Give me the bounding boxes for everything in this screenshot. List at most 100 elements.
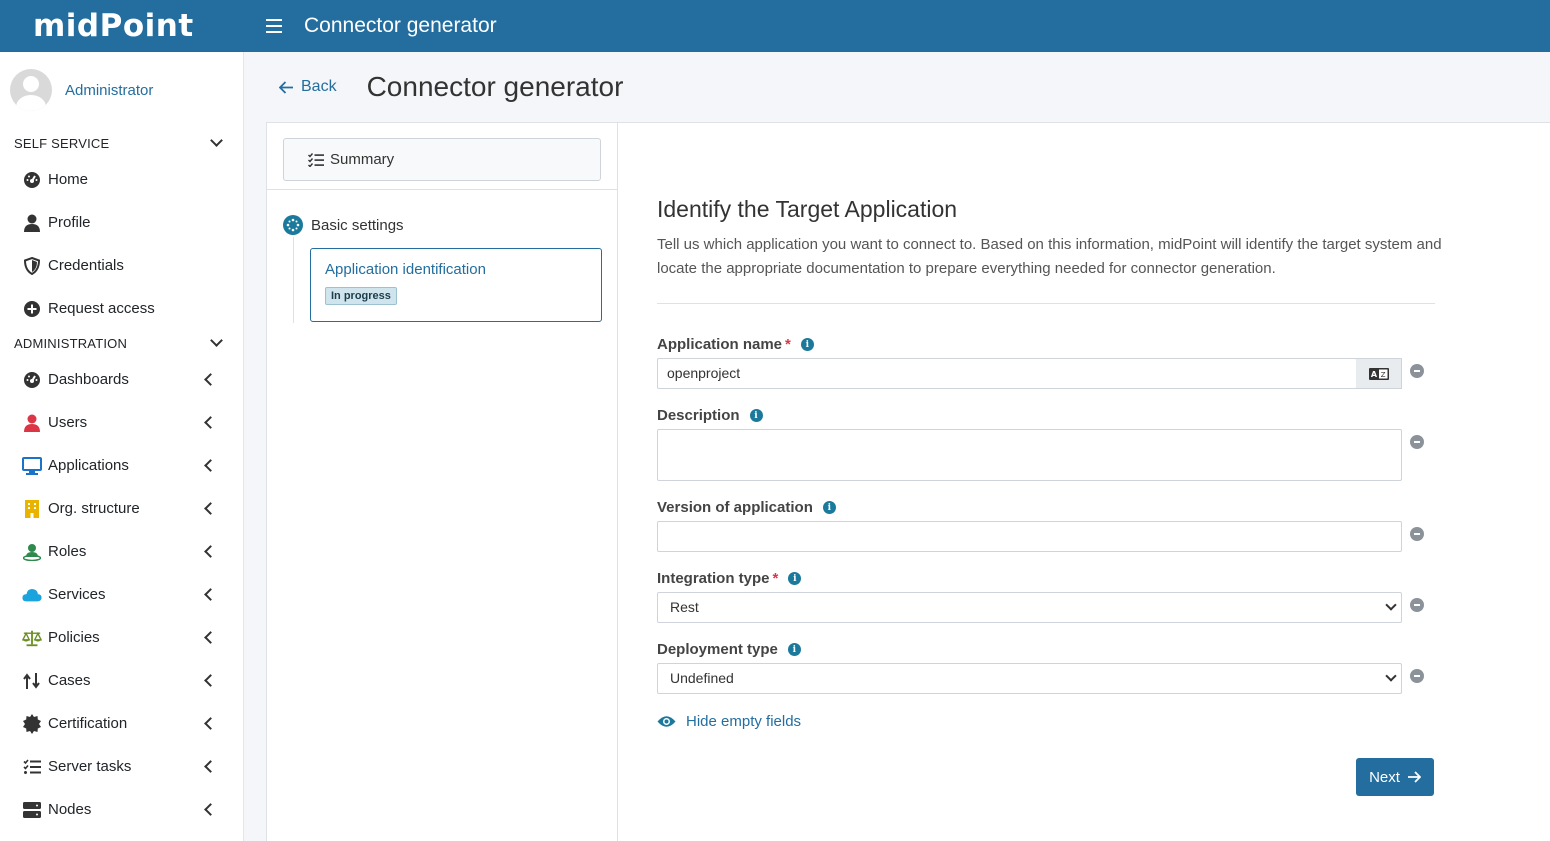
summary-button[interactable]: Summary (283, 138, 601, 181)
summary-label: Summary (330, 151, 395, 168)
in-progress-step-icon (283, 215, 303, 235)
sidebar-item-roles[interactable]: Roles (0, 530, 243, 573)
sidebar-item-home[interactable]: Home (0, 158, 243, 201)
chevron-down-icon (1385, 599, 1397, 611)
application-name-input[interactable]: openproject (657, 358, 1357, 389)
sidebar-item-certification[interactable]: Certification (0, 702, 243, 745)
next-button[interactable]: Next (1356, 758, 1434, 796)
hide-empty-fields-label: Hide empty fields (686, 713, 802, 730)
sidebar-item-label: Applications (48, 457, 129, 474)
navbar-title: Connector generator (304, 14, 497, 37)
sidebar-item-credentials[interactable]: Credentials (0, 244, 243, 287)
remove-value-button[interactable] (1410, 669, 1424, 683)
info-icon[interactable]: i (787, 643, 801, 656)
integration-type-select[interactable]: Rest (657, 592, 1402, 623)
status-badge: In progress (325, 287, 397, 305)
info-icon[interactable]: i (749, 409, 763, 422)
back-button[interactable]: Back (279, 78, 337, 96)
section-self-service[interactable]: SELF SERVICE (0, 128, 243, 158)
hide-empty-fields-link[interactable]: Hide empty fields (657, 713, 801, 730)
chevron-left-icon (204, 717, 217, 730)
info-icon[interactable]: i (788, 572, 802, 585)
required-marker: * (785, 336, 791, 353)
integration-type-label: Integration type * i (657, 570, 802, 587)
required-marker: * (772, 570, 779, 587)
chevron-down-icon (210, 134, 223, 147)
sidebar-item-profile[interactable]: Profile (0, 201, 243, 244)
step-connector-line (293, 237, 294, 323)
certificate-icon (22, 713, 42, 734)
tasks-list-icon (22, 757, 42, 777)
field-label-text: Version of application (657, 499, 813, 516)
description-textarea[interactable] (657, 429, 1402, 481)
scale-icon (22, 628, 42, 648)
section-label: ADMINISTRATION (14, 335, 128, 351)
sidebar-item-label: Dashboards (48, 371, 129, 388)
version-input[interactable] (657, 521, 1402, 552)
midpoint-logo[interactable]: midPoint (0, 0, 244, 52)
svg-text:A: A (1370, 370, 1377, 379)
cases-icon (22, 671, 42, 691)
remove-value-button[interactable] (1410, 527, 1424, 541)
sidebar-item-policies[interactable]: Policies (0, 616, 243, 659)
top-navbar: midPoint Connector generator (0, 0, 1550, 52)
chevron-left-icon (204, 803, 217, 816)
plus-circle-icon (22, 299, 42, 319)
page-title: Connector generator (366, 71, 624, 102)
sidebar-item-label: Nodes (48, 801, 92, 818)
sidebar-item-label: Profile (48, 214, 91, 231)
chevron-down-icon (210, 334, 223, 347)
field-label-text: Integration type (657, 570, 770, 587)
user-icon (22, 413, 42, 433)
sidebar-item-cases[interactable]: Cases (0, 659, 243, 702)
select-value: Rest (670, 599, 699, 615)
deployment-type-select[interactable]: Undefined (657, 663, 1402, 694)
info-icon[interactable]: i (822, 501, 836, 514)
sidebar-item-label: Roles (48, 543, 87, 560)
deployment-type-label: Deployment type i (657, 641, 801, 658)
form-title: Identify the Target Application (657, 196, 958, 222)
version-label: Version of application i (657, 499, 836, 516)
info-icon[interactable]: i (800, 338, 814, 351)
sidebar-item-services[interactable]: Services (0, 573, 243, 616)
arrow-left-icon (279, 80, 293, 94)
dashboard-gauge-icon (22, 370, 42, 390)
translate-button[interactable]: AZ (1356, 358, 1402, 389)
remove-value-button[interactable] (1410, 435, 1424, 449)
sidebar-item-request-access[interactable]: Request access (0, 287, 243, 330)
chevron-left-icon (204, 760, 217, 773)
sidebar: Administrator SELF SERVICE Home Profile … (0, 52, 244, 841)
sidebar-item-users[interactable]: Users (0, 401, 243, 444)
wizard-steps-panel: Summary Basic settings Application ident… (267, 123, 618, 841)
content-header: Back Connector generator (244, 52, 1550, 122)
chevron-left-icon (204, 588, 217, 601)
wizard-card: Summary Basic settings Application ident… (266, 122, 1550, 841)
section-administration[interactable]: ADMINISTRATION (0, 328, 243, 358)
hamburger-menu-icon[interactable] (266, 19, 282, 33)
server-icon (22, 800, 42, 820)
remove-value-button[interactable] (1410, 598, 1424, 612)
user-panel[interactable]: Administrator (0, 52, 243, 128)
sidebar-item-applications[interactable]: Applications (0, 444, 243, 487)
sidebar-item-server-tasks[interactable]: Server tasks (0, 745, 243, 788)
user-icon (22, 213, 42, 233)
form-description: Tell us which application you want to co… (657, 236, 1442, 277)
step-group-basic-settings[interactable]: Basic settings (283, 215, 404, 235)
chevron-left-icon (204, 502, 217, 515)
user-name-link[interactable]: Administrator (65, 82, 153, 99)
field-label-text: Application name (657, 336, 783, 353)
sidebar-item-label: Request access (48, 300, 155, 317)
sidebar-item-nodes[interactable]: Nodes (0, 788, 243, 831)
dashboard-gauge-icon (22, 170, 42, 190)
sidebar-item-label: Policies (48, 629, 100, 646)
avatar (10, 69, 52, 111)
eye-icon (657, 716, 676, 727)
sidebar-item-org-structure[interactable]: Org. structure (0, 487, 243, 530)
remove-value-button[interactable] (1410, 364, 1424, 378)
sidebar-item-dashboards[interactable]: Dashboards (0, 358, 243, 401)
chevron-left-icon (204, 674, 217, 687)
application-name-label: Application name * i (657, 336, 814, 353)
step-application-identification[interactable]: Application identification In progress (310, 248, 602, 322)
cloud-icon (22, 585, 42, 605)
sidebar-item-label: Credentials (48, 257, 124, 274)
